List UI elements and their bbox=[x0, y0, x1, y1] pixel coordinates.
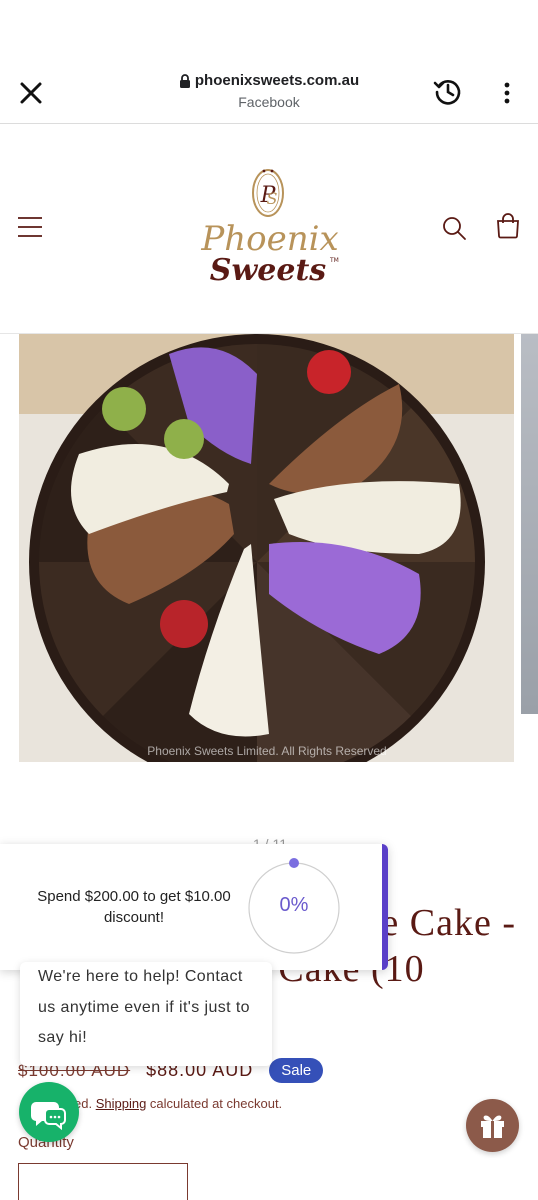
popup-accent-bar bbox=[382, 844, 388, 970]
next-image-preview[interactable] bbox=[521, 334, 538, 714]
logo-line2: Sweets bbox=[210, 253, 327, 288]
gift-icon bbox=[481, 1115, 504, 1138]
sale-badge: Sale bbox=[269, 1058, 324, 1083]
history-icon bbox=[433, 80, 461, 105]
product-image[interactable]: Phoenix Sweets Limited. All Rights Reser… bbox=[19, 334, 514, 762]
discount-progress-popup[interactable]: Spend $200.00 to get $10.00 discount! 0% bbox=[0, 844, 388, 970]
cart-button[interactable] bbox=[494, 212, 522, 240]
lock-icon bbox=[179, 73, 190, 88]
chat-welcome-bubble[interactable]: We're here to help! Contact us anytime e… bbox=[20, 962, 272, 1066]
url-text: phoenixsweets.com.au bbox=[194, 72, 360, 89]
chat-icon bbox=[31, 1102, 66, 1131]
chat-launcher-button[interactable] bbox=[19, 1082, 79, 1142]
chat-welcome-message: We're here to help! Contact us anytime e… bbox=[38, 968, 250, 1046]
phoenix-sweets-logo[interactable]: P S Phoenix Sweets TM bbox=[190, 166, 350, 296]
search-icon bbox=[443, 217, 466, 240]
svg-text:S: S bbox=[267, 189, 278, 208]
cart-icon bbox=[497, 213, 519, 239]
tax-note-suffix: calculated at checkout. bbox=[146, 1096, 283, 1111]
discount-progress-label: 0% bbox=[279, 894, 309, 916]
image-watermark: Phoenix Sweets Limited. All Rights Reser… bbox=[147, 744, 386, 758]
gift-rewards-button[interactable] bbox=[466, 1099, 519, 1152]
browser-toolbar: phoenixsweets.com.au Facebook bbox=[0, 58, 538, 124]
product-gallery[interactable]: Phoenix Sweets Limited. All Rights Reser… bbox=[0, 334, 538, 764]
quantity-selector[interactable] bbox=[18, 1163, 188, 1200]
more-options-button[interactable] bbox=[496, 80, 518, 106]
menu-button[interactable] bbox=[16, 214, 44, 240]
close-button[interactable] bbox=[16, 78, 46, 108]
store-header: P S Phoenix Sweets TM bbox=[0, 124, 538, 334]
close-icon bbox=[20, 82, 42, 104]
shipping-link[interactable]: Shipping bbox=[96, 1096, 147, 1111]
discount-message: Spend $200.00 to get $10.00 discount! bbox=[37, 888, 231, 926]
history-button[interactable] bbox=[432, 76, 464, 108]
more-vert-icon bbox=[504, 82, 510, 104]
logo-trademark: TM bbox=[329, 257, 339, 264]
url-display[interactable]: phoenixsweets.com.au Facebook bbox=[140, 72, 398, 110]
search-button[interactable] bbox=[440, 214, 468, 242]
progress-indicator-dot bbox=[289, 858, 299, 868]
referrer-label: Facebook bbox=[238, 94, 300, 110]
hamburger-menu-icon bbox=[18, 217, 42, 237]
